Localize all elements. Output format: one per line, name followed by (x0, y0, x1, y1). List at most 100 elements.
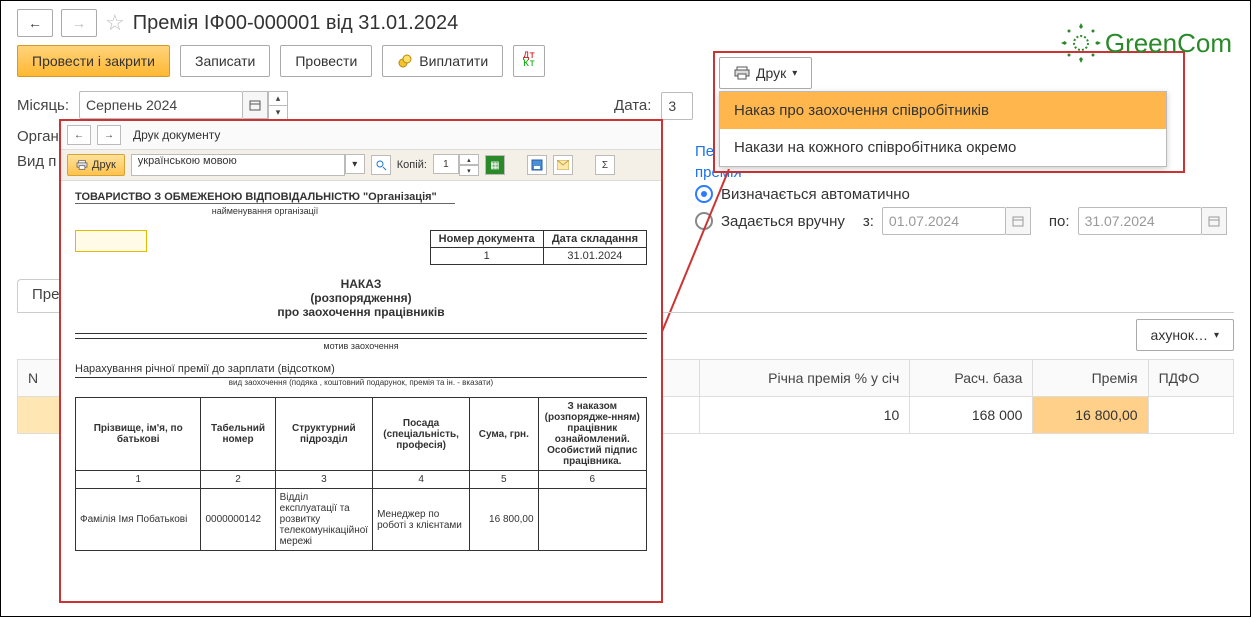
pv-nakaz-sub1: (розпорядження) (75, 291, 647, 305)
pv-email-icon[interactable] (553, 155, 573, 175)
pv-nakaz-sub2: про заохочення працівників (75, 305, 647, 319)
favorite-star-icon[interactable]: ☆ (105, 10, 125, 36)
date-from-calendar-button[interactable] (1006, 207, 1031, 235)
auto-radio-label: Визначається автоматично (721, 186, 910, 203)
calendar-icon (1208, 215, 1220, 227)
pv-preview-icon[interactable] (371, 155, 391, 175)
pv-sum-icon[interactable]: Σ (595, 155, 615, 175)
pv-nav-fwd[interactable]: → (97, 125, 121, 145)
pv-emp-tab: 0000000142 (201, 489, 275, 551)
print-menu-order-each[interactable]: Накази на кожного співробітника окремо (720, 129, 1166, 166)
date-input[interactable]: 3 (661, 92, 693, 120)
pv-motiv-sub: мотив заохочення (75, 341, 647, 351)
pv-docno-header: Номер документа (430, 231, 543, 248)
month-calendar-button[interactable] (243, 91, 268, 119)
pv-docdate-header: Дата складання (543, 231, 646, 248)
month-label: Місяць: (17, 97, 69, 114)
greencom-logo: GreenCom (1061, 23, 1232, 63)
document-title: Премія ІФ00-000001 від 31.01.2024 (133, 12, 459, 35)
printer-icon (734, 66, 750, 80)
to-label: по: (1049, 213, 1070, 230)
write-button[interactable]: Записати (180, 45, 270, 77)
calc-dropdown-button[interactable]: ахунок… ▾ (1136, 319, 1234, 351)
pv-print-label: Друк (92, 159, 116, 171)
pv-emp-sum: 16 800,00 (470, 489, 538, 551)
pv-save-icon[interactable] (527, 155, 547, 175)
post-button[interactable]: Провести (280, 45, 372, 77)
floppy-icon (531, 159, 543, 171)
chevron-down-icon: ▾ (792, 68, 797, 79)
calc-dropdown-label: ахунок… (1151, 327, 1208, 343)
pv-accrual-sub: вид заохочення (подяка , коштовний подар… (75, 378, 647, 387)
print-menu-order-all[interactable]: Наказ про заохочення співробітників (720, 92, 1166, 129)
cell-annual: 10 (700, 397, 910, 434)
auto-radio[interactable] (695, 185, 713, 203)
pv-n5: 5 (470, 471, 538, 489)
pv-org-name: ТОВАРИСТВО З ОБМЕЖЕНОЮ ВІДПОВІДАЛЬНІСТЮ … (75, 191, 437, 203)
spinner-down-icon[interactable]: ▾ (268, 105, 288, 120)
pv-n2: 2 (201, 471, 275, 489)
printer-icon (76, 160, 88, 170)
date-to-calendar-button[interactable] (1202, 207, 1227, 235)
col-base[interactable]: Расч. база (910, 360, 1033, 397)
cell-premia: 16 800,00 (1033, 397, 1148, 434)
chevron-down-icon[interactable]: ▾ (345, 154, 365, 174)
pv-h2: Табельний номер (201, 398, 275, 471)
print-preview-window: ← → Друк документу Друк українською мово… (59, 119, 663, 603)
calendar-icon (1012, 215, 1024, 227)
pv-docmeta-table: Номер документа Дата складання 1 31.01.2… (430, 230, 647, 265)
nav-back-button[interactable]: ← (17, 9, 53, 37)
pv-emp-dept: Відділ експлуатації та розвитку телекому… (275, 489, 372, 551)
month-spinner[interactable]: ▴ ▾ (268, 91, 288, 120)
print-dropdown-menu: Наказ про заохочення співробітників Нака… (719, 91, 1167, 167)
cell-base: 168 000 (910, 397, 1033, 434)
pv-h1: Прізвище, ім'я, по батькові (76, 398, 201, 471)
pv-accrual-title: Нарахування річної премії до зарплати (в… (75, 363, 647, 378)
dtkt-button[interactable]: ДтКт (513, 45, 545, 77)
post-and-close-button[interactable]: Провести і закрити (17, 45, 170, 77)
pv-export-excel-icon[interactable]: ▦ (485, 155, 505, 175)
spinner-up-icon[interactable]: ▴ (268, 91, 288, 105)
pv-copies-input[interactable]: 1 (433, 154, 459, 174)
pay-button-label: Виплатити (419, 53, 488, 69)
col-annual[interactable]: Річна премія % у січ (700, 360, 910, 397)
pv-emp-table: Прізвище, ім'я, по батькові Табельний но… (75, 397, 647, 551)
month-input[interactable]: Серпень 2024 (79, 91, 243, 119)
manual-radio[interactable] (695, 212, 713, 230)
print-button[interactable]: Друк ▾ (719, 57, 812, 89)
pv-window-title: Друк документу (127, 128, 220, 142)
pv-org-sub: найменування організації (75, 206, 455, 216)
pv-h6: З наказом (розпорядже-нням) працівник оз… (538, 398, 646, 471)
pv-stamp-box (75, 230, 147, 252)
pv-language-select[interactable]: українською мовою (131, 154, 345, 176)
pv-n4: 4 (373, 471, 470, 489)
pv-docdate: 31.01.2024 (543, 248, 646, 265)
date-from-input[interactable]: 01.07.2024 (882, 207, 1006, 235)
pv-h4: Посада (спеціальність, професія) (373, 398, 470, 471)
type-label: Вид п (17, 153, 56, 170)
print-button-label: Друк (756, 65, 786, 81)
pv-emp-pos: Менеджер по роботі з клієнтами (373, 489, 470, 551)
pv-nav-back[interactable]: ← (67, 125, 91, 145)
logo-icon (1061, 23, 1101, 63)
spinner-up-icon[interactable]: ▴ (459, 154, 479, 165)
spinner-down-icon[interactable]: ▾ (459, 165, 479, 176)
calendar-icon (249, 99, 261, 111)
nav-forward-button[interactable]: → (61, 9, 97, 37)
pv-nakaz-title: НАКАЗ (75, 277, 647, 291)
pv-n3: 3 (275, 471, 372, 489)
pv-print-button[interactable]: Друк (67, 154, 125, 176)
date-to-input[interactable]: 31.07.2024 (1078, 207, 1202, 235)
date-label: Дата: (614, 97, 651, 114)
col-pdfo[interactable]: ПДФО (1148, 360, 1233, 397)
col-premia[interactable]: Премія (1033, 360, 1148, 397)
coins-icon (397, 53, 413, 69)
pv-docno: 1 (430, 248, 543, 265)
pay-button[interactable]: Виплатити (382, 45, 503, 77)
pv-emp-row: Фамілія Імя Побатькові 0000000142 Відділ… (76, 489, 647, 551)
pv-document-body: ТОВАРИСТВО З ОБМЕЖЕНОЮ ВІДПОВІДАЛЬНІСТЮ … (61, 181, 661, 619)
pv-n1: 1 (76, 471, 201, 489)
pv-copies-label: Копій: (397, 159, 427, 171)
magnifier-icon (375, 159, 387, 171)
dtkt-icon: ДтКт (523, 53, 535, 69)
